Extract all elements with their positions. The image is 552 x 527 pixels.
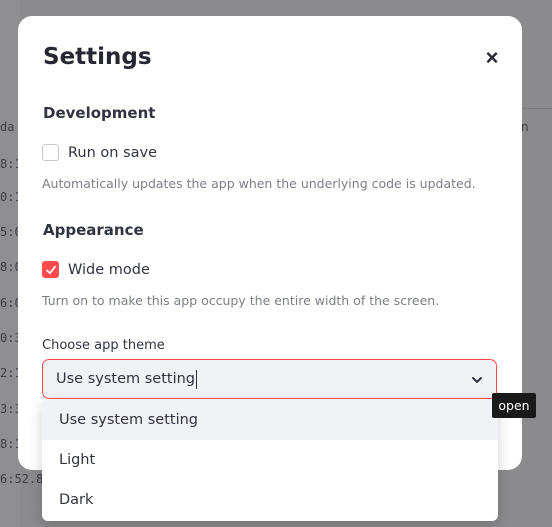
wide-mode-checkbox[interactable]: [42, 261, 59, 278]
checkmark-icon: [45, 265, 56, 274]
theme-option-system[interactable]: Use system setting: [42, 400, 498, 440]
theme-select-label: Choose app theme: [42, 338, 165, 353]
close-icon[interactable]: ×: [480, 46, 504, 70]
open-tooltip: open: [492, 393, 536, 418]
wide-mode-help: Turn on to make this app occupy the enti…: [42, 293, 440, 308]
run-on-save-checkbox-row[interactable]: Run on save: [42, 144, 157, 161]
wide-mode-checkbox-row[interactable]: Wide mode: [42, 261, 150, 278]
theme-option-light[interactable]: Light: [42, 440, 498, 480]
development-section-title: Development: [43, 104, 156, 122]
theme-select[interactable]: Use system setting: [42, 359, 497, 399]
background-cell: 6:52.88: [0, 472, 51, 486]
wide-mode-label: Wide mode: [68, 261, 150, 278]
run-on-save-label: Run on save: [68, 144, 158, 161]
background-table-right: [521, 108, 552, 508]
text-caret: [196, 369, 197, 389]
chevron-down-icon[interactable]: [470, 373, 484, 387]
background-column-header: n: [521, 120, 529, 134]
theme-select-value: Use system setting: [56, 371, 195, 387]
run-on-save-checkbox[interactable]: [42, 144, 59, 161]
dialog-title: Settings: [43, 44, 152, 70]
theme-options-list: Use system setting Light Dark: [42, 400, 498, 521]
run-on-save-help: Automatically updates the app when the u…: [42, 176, 476, 191]
appearance-section-title: Appearance: [43, 221, 144, 239]
theme-option-dark[interactable]: Dark: [42, 480, 498, 520]
